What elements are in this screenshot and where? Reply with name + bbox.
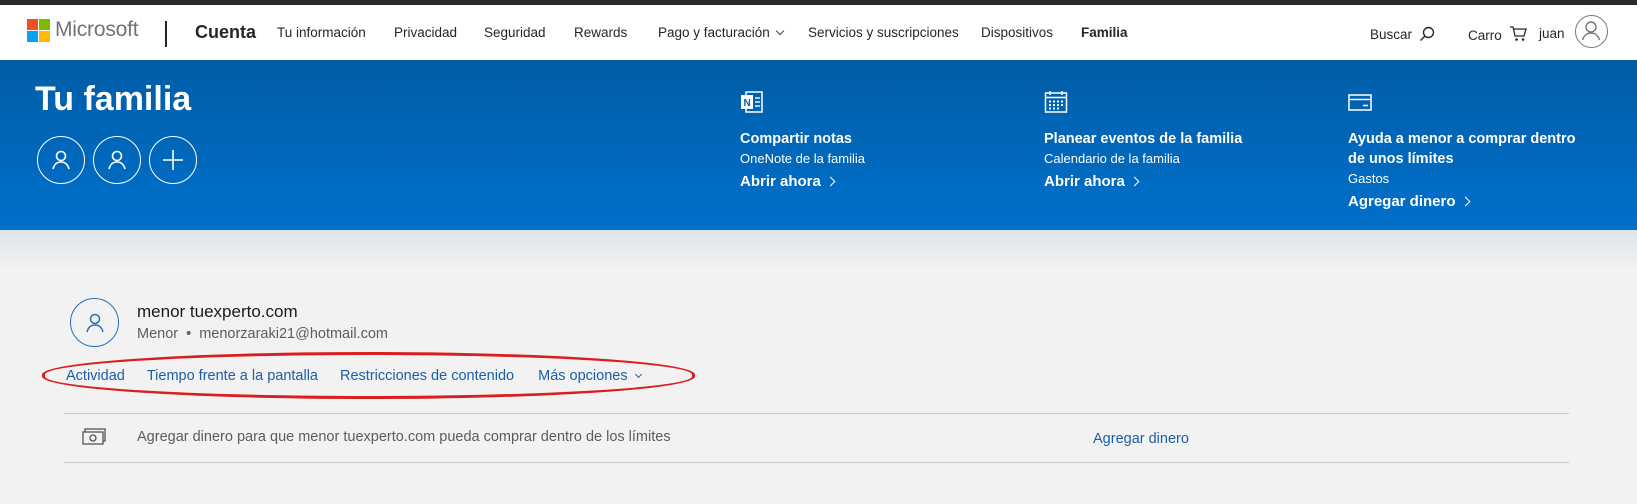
nav-pago-facturacion[interactable]: Pago y facturación: [658, 25, 785, 40]
person-icon: [85, 313, 104, 332]
chevron-down-icon: [775, 26, 785, 36]
cart-button[interactable]: Carro: [1468, 26, 1527, 43]
child-role: Menor: [137, 326, 179, 342]
family-banner: Tu familia N Compartir notas OneNote de …: [0, 60, 1637, 230]
section-title[interactable]: Cuenta: [195, 22, 256, 43]
feature-subtitle: Calendario de la familia: [1044, 151, 1180, 166]
family-member-avatar[interactable]: [93, 136, 141, 184]
tab-restricciones[interactable]: Restricciones de contenido: [340, 368, 514, 384]
nav-rewards[interactable]: Rewards: [574, 25, 627, 40]
person-icon: [108, 150, 126, 170]
child-name: menor tuexperto.com: [137, 302, 298, 321]
nav-familia[interactable]: Familia: [1081, 25, 1128, 40]
person-icon: [52, 150, 70, 170]
feature-compartir-notas: N Compartir notas OneNote de la familia …: [740, 90, 865, 190]
user-name[interactable]: juan: [1539, 26, 1565, 41]
nav-servicios[interactable]: Servicios y suscripciones: [808, 25, 959, 40]
feature-title-line-2: de unos límites: [1348, 151, 1454, 167]
brand-name[interactable]: Microsoft: [55, 18, 139, 42]
card-icon: [1348, 94, 1372, 111]
feature-subtitle: Gastos: [1348, 171, 1390, 186]
child-meta: Menor • menorzaraki21@hotmail.com: [137, 326, 388, 342]
tab-mas-opciones-label: Más opciones: [538, 368, 628, 384]
search-button[interactable]: Buscar: [1370, 26, 1435, 42]
top-header: Microsoft Cuenta Tu información Privacid…: [0, 5, 1637, 60]
tab-mas-opciones[interactable]: Más opciones: [538, 368, 642, 384]
search-icon: [1419, 26, 1434, 41]
person-icon: [1581, 21, 1601, 41]
search-label: Buscar: [1370, 27, 1413, 42]
agregar-dinero-link[interactable]: Agregar dinero: [1093, 431, 1189, 447]
header-divider: [165, 21, 167, 47]
feature-gastos: Ayuda a menor a comprar dentro de unos l…: [1348, 90, 1576, 210]
nav-dispositivos[interactable]: Dispositivos: [981, 25, 1053, 40]
nav-seguridad[interactable]: Seguridad: [484, 25, 546, 40]
feature-title: Planear eventos de la familia: [1044, 131, 1243, 147]
link-label: Abrir ahora: [740, 173, 821, 190]
banner-shadow: [0, 230, 1637, 270]
page-title: Tu familia: [35, 80, 192, 118]
link-label: Abrir ahora: [1044, 173, 1125, 190]
cart-label: Carro: [1468, 28, 1502, 43]
link-label: Agregar dinero: [1348, 193, 1456, 210]
microsoft-logo-icon[interactable]: [27, 19, 50, 42]
money-row-text: Agregar dinero para que menor tuexperto.…: [137, 429, 671, 445]
family-member-avatar[interactable]: [37, 136, 85, 184]
feature-subtitle: OneNote de la familia: [740, 151, 866, 166]
avatar[interactable]: [1575, 15, 1608, 48]
cart-icon: [1509, 26, 1527, 41]
add-member-button[interactable]: [149, 136, 197, 184]
feature-title-line-1: Ayuda a menor a comprar dentro: [1348, 131, 1576, 147]
money-icon: [82, 428, 106, 445]
chevron-right-icon: [1129, 176, 1140, 187]
divider: [64, 462, 1569, 463]
nav-pago-label: Pago y facturación: [658, 25, 770, 40]
onenote-icon: N: [741, 91, 763, 113]
chevron-right-icon: [1460, 196, 1470, 207]
tab-tiempo-pantalla[interactable]: Tiempo frente a la pantalla: [147, 368, 318, 384]
agregar-dinero-link[interactable]: Agregar dinero: [1348, 193, 1576, 210]
calendar-icon: [1044, 91, 1068, 113]
child-avatar[interactable]: [70, 298, 119, 347]
tab-actividad[interactable]: Actividad: [66, 368, 125, 384]
abrir-ahora-link[interactable]: Abrir ahora: [740, 173, 865, 190]
abrir-ahora-link[interactable]: Abrir ahora: [1044, 173, 1242, 190]
chevron-down-icon: [634, 370, 642, 379]
child-email: menorzaraki21@hotmail.com: [199, 326, 388, 342]
nav-privacidad[interactable]: Privacidad: [394, 25, 457, 40]
divider: [64, 413, 1569, 414]
nav-tu-informacion[interactable]: Tu información: [277, 25, 366, 40]
child-tabs: Actividad Tiempo frente a la pantalla Re…: [66, 368, 642, 384]
plus-icon: [163, 150, 183, 170]
feature-planear-eventos: Planear eventos de la familia Calendario…: [1044, 90, 1242, 190]
chevron-right-icon: [825, 176, 836, 187]
separator-dot: •: [186, 326, 192, 342]
svg-text:N: N: [744, 98, 751, 109]
feature-title: Compartir notas: [740, 131, 852, 147]
